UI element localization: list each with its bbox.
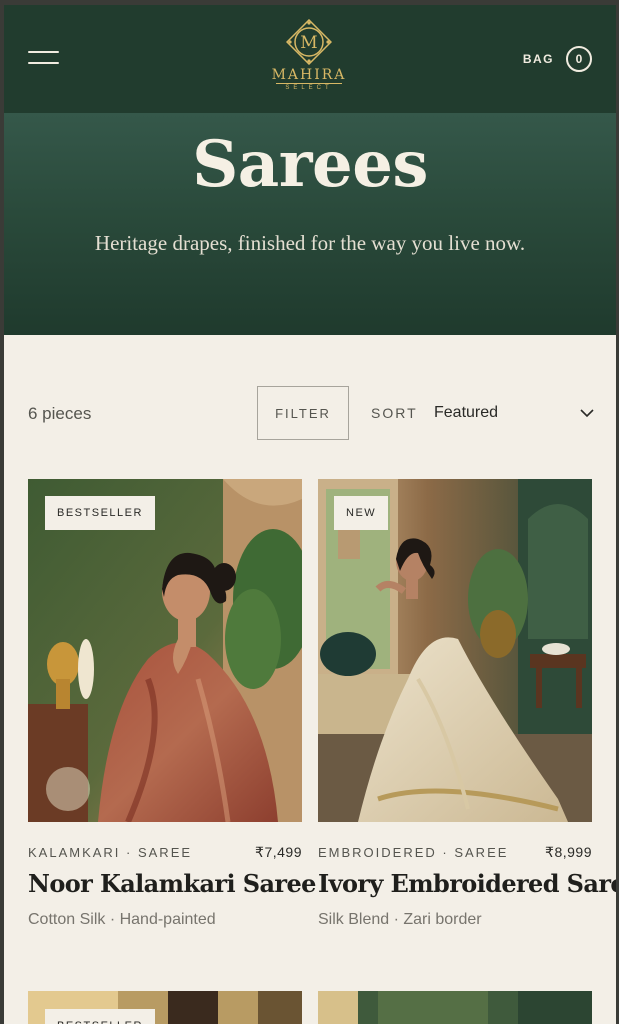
category-hero: Sarees Heritage drapes, finished for the… (4, 113, 616, 335)
product-price: ₹8,999 (545, 844, 592, 860)
menu-icon[interactable] (28, 50, 60, 68)
site-header: M MAHIRA SELECT BAG 0 (4, 5, 616, 113)
bestseller-badge: BESTSELLER (45, 1009, 155, 1024)
product-meta: KALAMKARI · SAREE ₹7,499 (28, 844, 302, 861)
new-badge: NEW (334, 496, 389, 530)
chevron-down-icon (580, 408, 594, 417)
product-category: EMBROIDERED · SAREE (318, 845, 509, 860)
brand-logo[interactable]: M MAHIRA SELECT (267, 19, 351, 101)
product-image[interactable]: BESTSELLER (28, 991, 302, 1024)
product-card[interactable]: BESTSELLER KALAMKARI · SAREE ₹7,499 Noor… (28, 479, 316, 928)
listing-toolbar: 6 pieces FILTER SORT Featured (4, 335, 616, 475)
filter-button[interactable]: FILTER (257, 386, 349, 440)
brand-tagline: SELECT (285, 85, 333, 91)
product-details: Silk Blend · Zari border (318, 911, 482, 928)
product-details: Cotton Silk · Hand-painted (28, 911, 216, 928)
saree-photo-kalamkari (28, 479, 302, 822)
product-meta: EMBROIDERED · SAREE ₹8,999 (318, 844, 592, 861)
monogram-logo: M (286, 19, 332, 65)
sort-value: Featured (434, 404, 499, 421)
page-subtitle: Heritage drapes, finished for the way yo… (94, 231, 526, 255)
bag-label: BAG (522, 52, 554, 66)
product-card[interactable]: NEW EMBROIDERED · SAREE ₹8,999 Ivory Emb… (318, 479, 616, 928)
monogram-letter: M (300, 33, 317, 53)
product-image[interactable] (318, 991, 592, 1024)
page-title: Sarees (192, 127, 428, 202)
bag-count-badge: 0 (566, 46, 592, 72)
product-price: ₹7,499 (255, 844, 302, 860)
product-category: KALAMKARI · SAREE (28, 845, 193, 860)
sort-select[interactable]: Featured (434, 399, 594, 427)
product-name[interactable]: Noor Kalamkari Saree (28, 869, 328, 898)
bag-button[interactable]: BAG 0 (523, 46, 592, 72)
brand-name: MAHIRA (271, 67, 347, 83)
page: M MAHIRA SELECT BAG 0 Sarees Heritage dr… (4, 5, 616, 1024)
saree-photo-4 (318, 991, 592, 1024)
product-name[interactable]: Ivory Embroidered Saree (318, 869, 616, 898)
sort-label: SORT (371, 405, 418, 421)
product-image[interactable]: BESTSELLER (28, 479, 302, 822)
product-image[interactable]: NEW (318, 479, 592, 822)
saree-photo-ivory (318, 479, 592, 822)
bestseller-badge: BESTSELLER (45, 496, 155, 530)
product-count: 6 pieces (28, 404, 92, 423)
